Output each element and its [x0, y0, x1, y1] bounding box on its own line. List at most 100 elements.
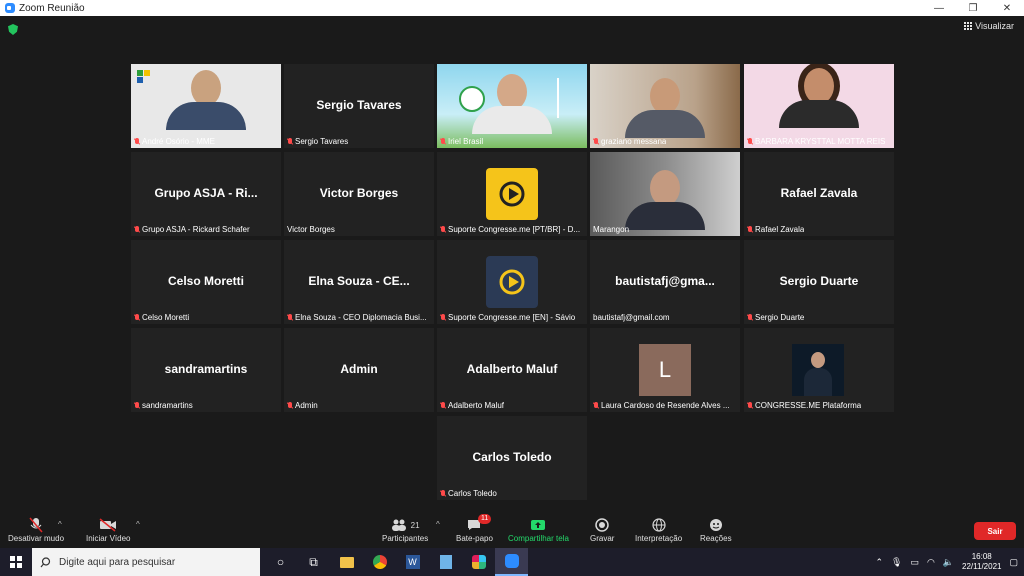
- video-options-chevron-icon[interactable]: ^: [136, 520, 140, 529]
- start-video-label: Iniciar Vídeo: [86, 534, 131, 543]
- window-title: Zoom Reunião: [19, 2, 85, 14]
- participant-tile-andre[interactable]: André Osório - MME: [131, 64, 281, 148]
- participants-button[interactable]: 21 Participantes: [382, 516, 428, 543]
- participant-tile-bautistafj[interactable]: bautistafj@gma... bautistafj@gmail.com: [590, 240, 740, 324]
- participant-tile-carlos-toledo[interactable]: Carlos Toledo Carlos Toledo: [437, 416, 587, 500]
- participant-display-name: Admin: [340, 362, 378, 376]
- start-button[interactable]: [0, 548, 32, 576]
- participant-tile-marangon[interactable]: Marangon: [590, 152, 740, 236]
- participant-name-label: graziano messana: [601, 137, 667, 146]
- participant-tile-barbara[interactable]: BARBARA KRYSTTAL MOTTA REIS: [744, 64, 894, 148]
- participants-icon: 21: [391, 516, 420, 534]
- participant-tile-celso-moretti[interactable]: Celso Moretti Celso Moretti: [131, 240, 281, 324]
- participant-name-label: CONGRESSE.ME Plataforma: [755, 401, 862, 410]
- mic-muted-icon: [134, 137, 140, 146]
- participant-tile-congresse-plataforma[interactable]: CONGRESSE.ME Plataforma: [744, 328, 894, 412]
- zoom-taskbar-icon[interactable]: [495, 548, 528, 576]
- view-button[interactable]: Visualizar: [964, 21, 1014, 31]
- video-off-icon: [99, 516, 117, 534]
- battery-icon[interactable]: ▭: [910, 557, 919, 568]
- tray-chevron-icon[interactable]: ⌃: [875, 557, 883, 568]
- mic-muted-icon: [593, 401, 599, 410]
- participant-tile-grupo-asja[interactable]: Grupo ASJA - Ri... Grupo ASJA - Rickard …: [131, 152, 281, 236]
- chrome-icon[interactable]: [363, 548, 396, 576]
- participant-tile-sandramartins[interactable]: sandramartins sandramartins: [131, 328, 281, 412]
- mic-muted-icon: [747, 225, 753, 234]
- slack-icon[interactable]: [462, 548, 495, 576]
- participant-name-label: Suporte Congresse.me [PT/BR] - D...: [448, 225, 581, 234]
- restore-button[interactable]: ❐: [956, 0, 990, 16]
- participant-name-label: sandramartins: [142, 401, 193, 410]
- participant-tile-suporte-ptbr[interactable]: Suporte Congresse.me [PT/BR] - D...: [437, 152, 587, 236]
- participants-options-chevron-icon[interactable]: ^: [436, 520, 440, 529]
- notepad-icon[interactable]: [429, 548, 462, 576]
- security-shield-icon[interactable]: [8, 24, 18, 35]
- task-view-icon[interactable]: ⧉: [297, 548, 330, 576]
- participant-display-name: bautistafj@gma...: [615, 274, 715, 288]
- globe-icon: [651, 516, 666, 534]
- participant-tile-sergio-tavares[interactable]: Sergio Tavares Sergio Tavares: [284, 64, 434, 148]
- participants-count: 21: [410, 520, 420, 530]
- participant-video: [437, 64, 587, 148]
- leave-button[interactable]: Sair: [974, 522, 1016, 540]
- record-label: Gravar: [590, 534, 615, 543]
- participant-tile-graziano[interactable]: graziano messana: [590, 64, 740, 148]
- search-icon: [40, 556, 51, 567]
- clock[interactable]: 16:08 22/11/2021: [962, 552, 1001, 572]
- mic-muted-icon: [593, 137, 599, 146]
- participant-display-name: sandramartins: [164, 362, 248, 376]
- participant-name-label: Elna Souza - CEO Diplomacia Busi...: [295, 313, 427, 322]
- participant-tile-elna-souza[interactable]: Elna Souza - CE... Elna Souza - CEO Dipl…: [284, 240, 434, 324]
- participant-display-name: Adalberto Maluf: [466, 362, 558, 376]
- participant-name-label: Rafael Zavala: [755, 225, 805, 234]
- participant-tile-adalberto-maluf[interactable]: Adalberto Maluf Adalberto Maluf: [437, 328, 587, 412]
- participant-video: [131, 64, 281, 148]
- notifications-icon[interactable]: ▢: [1009, 557, 1018, 568]
- participant-name-label: Victor Borges: [287, 225, 335, 234]
- minimize-button[interactable]: —: [922, 0, 956, 16]
- grid-icon: [964, 22, 973, 30]
- participant-tile-laura-cardoso[interactable]: L Laura Cardoso de Resende Alves ...: [590, 328, 740, 412]
- volume-icon[interactable]: 🔈: [943, 557, 954, 568]
- participant-tile-admin[interactable]: Admin Admin: [284, 328, 434, 412]
- mute-button[interactable]: Desativar mudo: [8, 516, 64, 543]
- participant-name-label: Sergio Duarte: [755, 313, 805, 322]
- mic-muted-icon: [287, 313, 293, 322]
- reactions-button[interactable]: Reações: [700, 516, 732, 543]
- record-icon: [595, 516, 609, 534]
- participant-tile-sergio-duarte[interactable]: Sergio Duarte Sergio Duarte: [744, 240, 894, 324]
- reactions-label: Reações: [700, 534, 732, 543]
- participant-tile-iriel[interactable]: Iriel Brasil: [437, 64, 587, 148]
- participant-name-label: André Osório - MME: [142, 137, 215, 146]
- taskbar-search[interactable]: Digite aqui para pesquisar: [32, 548, 260, 576]
- record-button[interactable]: Gravar: [590, 516, 614, 543]
- participant-display-name: Rafael Zavala: [780, 186, 858, 200]
- microphone-icon[interactable]: 🎙: [891, 557, 902, 568]
- window-titlebar: Zoom Reunião — ❐ ✕: [0, 0, 1024, 16]
- congresse-logo-icon: [486, 168, 538, 220]
- share-screen-button[interactable]: Compartilhar tela: [508, 516, 569, 543]
- participant-display-name: Sergio Tavares: [316, 98, 402, 112]
- word-icon[interactable]: W: [396, 548, 429, 576]
- participant-name-label: bautistafj@gmail.com: [593, 313, 670, 322]
- participant-video: [590, 64, 740, 148]
- participant-display-name: Grupo ASJA - Ri...: [154, 186, 258, 200]
- cortana-icon[interactable]: ○: [264, 548, 297, 576]
- mic-muted-icon: [134, 313, 140, 322]
- participant-tile-rafael-zavala[interactable]: Rafael Zavala Rafael Zavala: [744, 152, 894, 236]
- wifi-icon[interactable]: ◠: [927, 557, 935, 568]
- participant-display-name: Sergio Duarte: [779, 274, 859, 288]
- meeting-toolbar: Desativar mudo ^ Iniciar Vídeo ^ 21 Part…: [0, 514, 1024, 548]
- chat-label: Bate-papo: [456, 534, 493, 543]
- participant-video: [590, 152, 740, 236]
- participant-tile-suporte-en[interactable]: Suporte Congresse.me [EN] - Sávio: [437, 240, 587, 324]
- zoom-app-icon: [5, 3, 15, 13]
- close-button[interactable]: ✕: [990, 0, 1024, 16]
- start-video-button[interactable]: Iniciar Vídeo: [86, 516, 130, 543]
- participant-tile-victor-borges[interactable]: Victor Borges Victor Borges: [284, 152, 434, 236]
- mute-options-chevron-icon[interactable]: ^: [58, 520, 62, 529]
- interpretation-button[interactable]: Interpretação: [635, 516, 682, 543]
- search-placeholder: Digite aqui para pesquisar: [59, 556, 176, 568]
- file-explorer-icon[interactable]: [330, 548, 363, 576]
- clock-date: 22/11/2021: [962, 562, 1002, 571]
